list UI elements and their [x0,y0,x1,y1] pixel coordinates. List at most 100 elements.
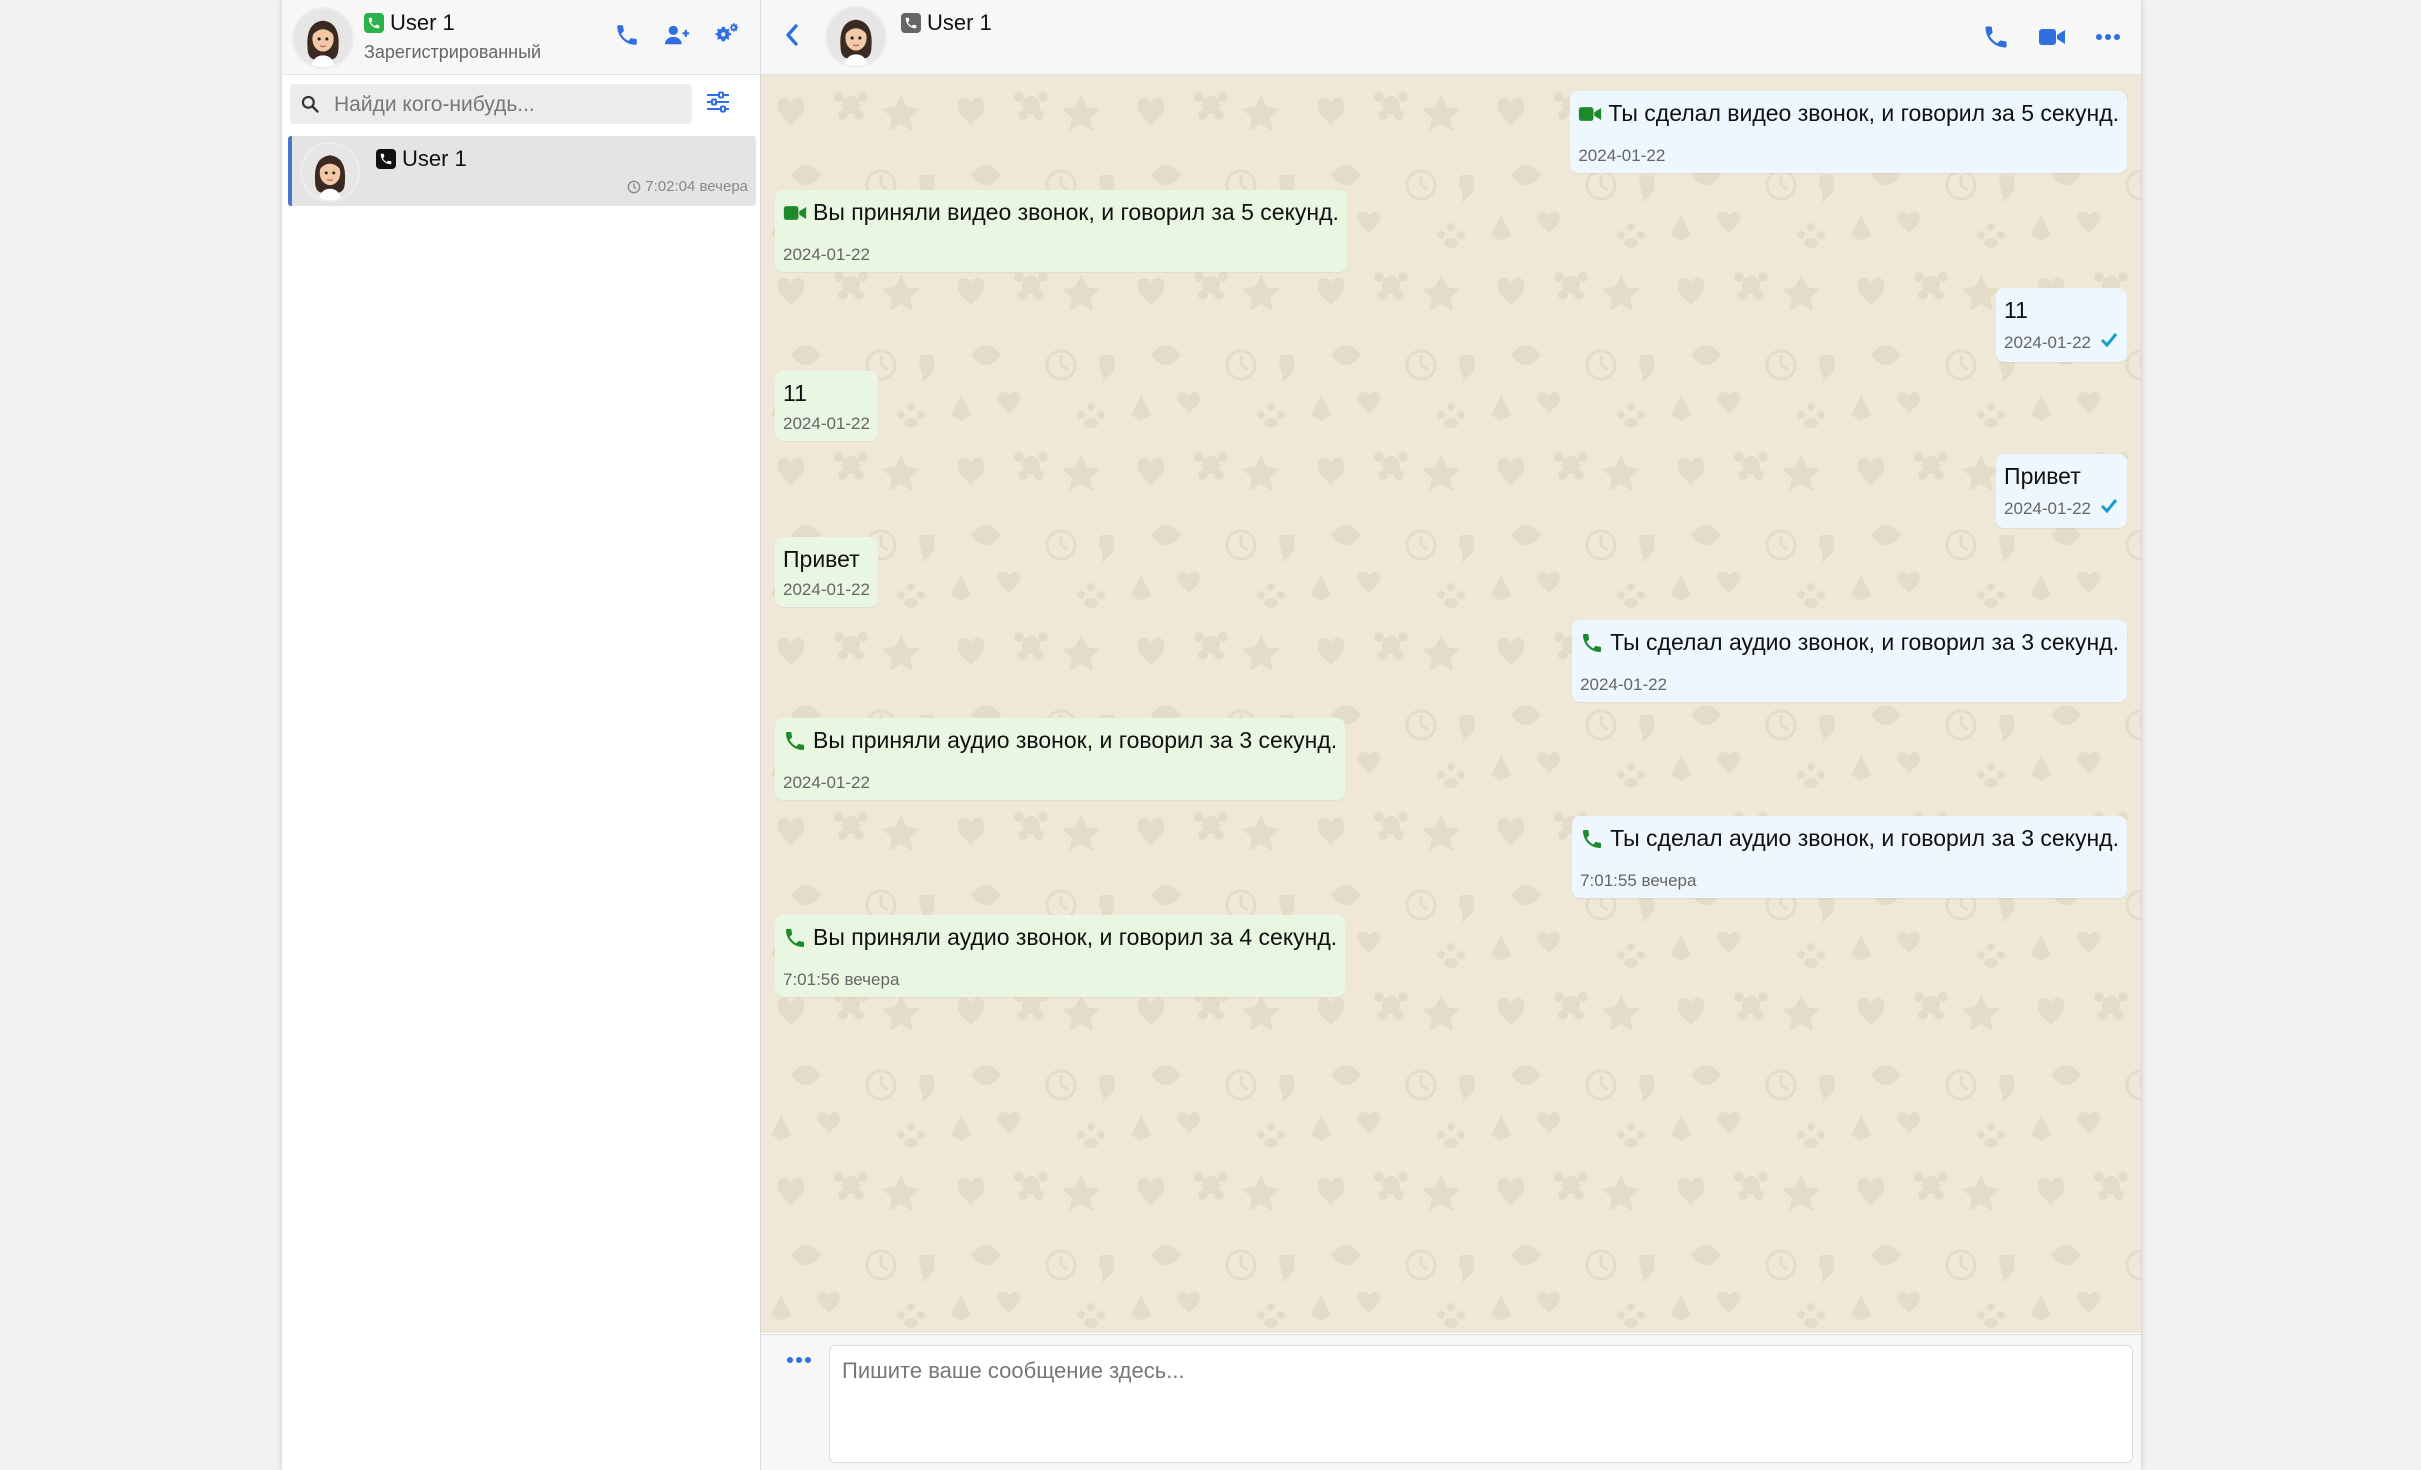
contact-item[interactable]: User 1 7:02:04 вечера [288,136,756,206]
contact-name: User 1 [376,146,467,172]
message-outgoing[interactable]: 11 2024-01-22 [1996,288,2127,362]
message-date: 2024-01-22 [1578,145,1666,165]
message-body: Ты сделал аудио звонок, и говорил за 3 с… [1610,629,2119,655]
video-camera-icon [2039,29,2065,45]
sliders-icon [707,91,729,113]
message-text: 11 [783,379,870,409]
contact-last-seen: 7:02:04 вечера [627,178,748,195]
message-body: Привет [783,546,860,572]
message-text: Привет [2004,462,2119,492]
message-time: 2024-01-22 [783,579,870,601]
message-date: 2024-01-22 [783,772,870,792]
ellipsis-icon [787,1357,811,1363]
sidebar: User 1 Зарегистрированный Найди кого-ниб… [282,0,761,1470]
avatar-icon [302,144,358,200]
contact-avatar [300,142,360,202]
chat-actions [1977,20,2127,54]
filter-button[interactable] [704,88,736,120]
add-user-icon [664,25,690,45]
message-incoming[interactable]: Вы приняли аудио звонок, и говорил за 3 … [775,718,1346,800]
message-time: 2024-01-22 [783,772,1337,794]
settings-button[interactable] [710,18,744,52]
attach-more-button[interactable] [785,1353,813,1373]
avatar-icon [294,9,352,67]
chat-header: User 1 [761,0,2141,75]
clock-icon [627,180,641,193]
add-user-button[interactable] [660,18,694,52]
search-icon [301,95,319,113]
phone-icon [1985,26,2007,48]
message-incoming[interactable]: Привет 2024-01-22 [775,537,878,607]
message-body: Вы приняли аудио звонок, и говорил за 4 … [813,924,1338,950]
message-date: 2024-01-22 [2004,498,2091,518]
message-time: 2024-01-22 [2004,496,2119,522]
chevron-left-icon [786,24,798,46]
phone-status-icon [901,13,921,33]
phone-status-icon [364,13,384,33]
my-name: User 1 [364,10,455,36]
message-body: Привет [2004,463,2081,489]
message-text: Вы приняли аудио звонок, и говорил за 4 … [783,923,1337,953]
message-body: 11 [2004,297,2028,323]
ellipsis-icon [2096,34,2120,40]
gears-icon [715,22,739,42]
message-time: 2024-01-22 [783,413,870,435]
audio-call-icon [1583,633,1602,652]
message-date: 2024-01-22 [783,413,870,433]
chat-panel: User 1 Ты сделал видео звонок, и говорил… [761,0,2141,1470]
message-text: Ты сделал аудио звонок, и говорил за 3 с… [1580,824,2119,854]
message-text: Привет [783,545,870,575]
audio-call-button[interactable] [1977,20,2015,54]
message-text: 11 [2004,296,2119,326]
read-check-icon [2099,330,2119,356]
video-call-icon [1579,107,1602,121]
chat-contact-name: User 1 [901,10,992,36]
message-body: Вы приняли аудио звонок, и говорил за 3 … [813,727,1338,753]
message-body: Ты сделал видео звонок, и говорил за 5 с… [1608,100,2119,126]
search-input[interactable] [332,84,686,126]
message-time: 2024-01-22 [1578,145,2119,167]
more-options-button[interactable] [2089,20,2127,54]
chat-contact-name-label: User 1 [927,10,992,35]
composer [761,1334,2141,1470]
chat-contact-avatar[interactable] [825,6,887,68]
message-text: Ты сделал аудио звонок, и говорил за 3 с… [1580,628,2119,658]
call-button[interactable] [610,18,644,52]
my-status: Зарегистрированный [364,42,542,62]
message-incoming[interactable]: Вы приняли аудио звонок, и говорил за 4 … [775,915,1346,997]
message-text: Ты сделал видео звонок, и говорил за 5 с… [1578,99,2119,129]
message-date: 7:01:55 вечера [1580,870,1697,890]
message-outgoing[interactable]: Ты сделал аудио звонок, и говорил за 3 с… [1572,620,2127,702]
message-incoming[interactable]: 11 2024-01-22 [775,371,878,441]
video-call-button[interactable] [2033,20,2071,54]
message-body: 11 [783,380,807,406]
message-date: 2024-01-22 [1580,674,1668,694]
message-time: 2024-01-22 [1580,674,2119,696]
phone-icon [617,25,637,45]
contact-name-label: User 1 [402,146,467,171]
message-outgoing[interactable]: Ты сделал видео звонок, и говорил за 5 с… [1570,91,2127,173]
message-list[interactable]: Ты сделал видео звонок, и говорил за 5 с… [761,75,2141,1333]
message-outgoing[interactable]: Привет 2024-01-22 [1996,454,2127,528]
sidebar-actions [610,18,760,52]
message-date: 2024-01-22 [783,244,870,264]
message-incoming[interactable]: Вы приняли видео звонок, и говорил за 5 … [775,190,1347,272]
message-date: 2024-01-22 [2004,332,2091,352]
message-text: Вы приняли видео звонок, и говорил за 5 … [783,198,1339,228]
search-box [290,84,692,126]
audio-call-icon [786,928,804,947]
contact-time-label: 7:02:04 вечера [645,178,748,195]
messenger-app: User 1 Зарегистрированный Найди кого-ниб… [282,0,2141,1470]
message-date: 2024-01-22 [783,579,870,599]
audio-call-icon [1583,829,1602,848]
message-date: 7:01:56 вечера [783,969,900,989]
message-text: Вы приняли аудио звонок, и говорил за 3 … [783,726,1337,756]
message-body: Ты сделал аудио звонок, и говорил за 3 с… [1610,825,2119,851]
my-name-label: User 1 [390,10,455,35]
my-avatar[interactable] [292,7,354,69]
message-outgoing[interactable]: Ты сделал аудио звонок, и говорил за 3 с… [1572,816,2127,898]
message-time: 2024-01-22 [2004,330,2119,356]
message-input[interactable] [829,1345,2133,1463]
back-button[interactable] [779,20,809,50]
audio-call-icon [786,731,804,750]
